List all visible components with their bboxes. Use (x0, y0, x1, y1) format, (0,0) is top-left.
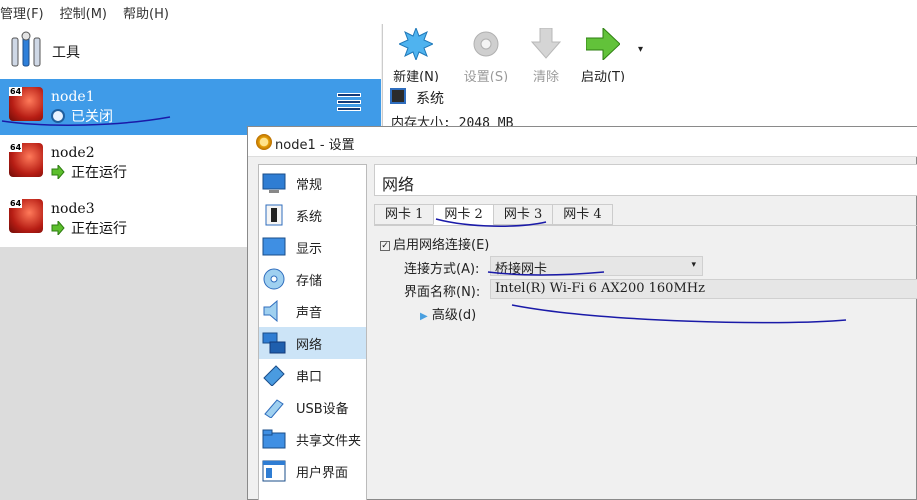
attach-type-select[interactable]: 桥接网卡 ▾ (490, 256, 703, 277)
adapter-tab-body: ✓ 启用网络连接(E) 连接方式(A): 桥接网卡 ▾ 界面名称(N): Inte… (374, 225, 917, 500)
settings-dialog: node1 - 设置 常规 系统 显示 存储 声音 网络 串口 USB设备 共享… (247, 126, 917, 500)
vm-state-text: 正在运行 (71, 221, 127, 237)
tab-adapter-2[interactable]: 网卡 2 (433, 204, 494, 225)
menu-file[interactable]: 管理(F) (0, 3, 50, 22)
expand-triangle-icon: ▶ (420, 311, 428, 322)
category-serial[interactable]: 串口 (259, 359, 366, 391)
attach-label: 连接方式(A): (404, 262, 480, 277)
tools-item[interactable]: 工具 (0, 24, 381, 79)
category-label: 常规 (296, 177, 323, 193)
linux-os-icon: 64 (9, 199, 43, 233)
start-dropdown-icon[interactable]: ▾ (638, 44, 643, 55)
vm-state-text: 已关闭 (71, 109, 113, 125)
arch-badge: 64 (9, 87, 23, 96)
dialog-title-bar: node1 - 设置 (248, 127, 917, 157)
interface-name-select[interactable]: Intel(R) Wi-Fi 6 AX200 160MHz (490, 279, 917, 299)
attach-type-value: 桥接网卡 (495, 262, 548, 277)
advanced-label: 高级(d) (431, 308, 477, 323)
tab-adapter-4[interactable]: 网卡 4 (552, 204, 613, 225)
interface-label: 界面名称(N): (404, 285, 481, 300)
display-icon (262, 237, 286, 256)
menu-help[interactable]: 帮助(H) (123, 3, 175, 22)
settings-button[interactable]: 设置(S) (456, 26, 516, 85)
virtualbox-manager-window: 管理(F) 控制(M) 帮助(H) 工具 64 node1 已关闭 64 nod… (0, 0, 917, 500)
settings-gear-icon (256, 134, 272, 150)
tools-label: 工具 (52, 45, 80, 61)
network-settings-pane: 网络 网卡 1 网卡 2 网卡 3 网卡 4 ✓ 启用网络连接(E) 连接方式(A… (370, 164, 917, 500)
monitor-icon (262, 173, 286, 193)
category-display[interactable]: 显示 (259, 231, 366, 263)
category-system[interactable]: 系统 (259, 199, 366, 231)
usb-icon (264, 399, 284, 418)
gear-icon (473, 31, 499, 57)
tools-icon (11, 31, 41, 67)
category-audio[interactable]: 声音 (259, 295, 366, 327)
tab-adapter-3[interactable]: 网卡 3 (492, 204, 554, 225)
settings-category-list: 常规 系统 显示 存储 声音 网络 串口 USB设备 共享文件夹 用户界面 (258, 164, 367, 500)
discard-arrow-icon (530, 27, 562, 59)
vm-name: node1 (51, 89, 95, 105)
tab-adapter-1[interactable]: 网卡 1 (374, 204, 435, 225)
arch-badge: 64 (9, 143, 23, 152)
linux-os-icon: 64 (9, 143, 43, 177)
category-label: 串口 (296, 369, 323, 385)
advanced-toggle[interactable]: ▶ 高级(d) (420, 304, 476, 323)
adapter-tabs: 网卡 1 网卡 2 网卡 3 网卡 4 (374, 204, 613, 226)
vm-state-text: 正在运行 (71, 165, 127, 181)
pane-title: 网络 (382, 175, 415, 194)
vm-menu-icon[interactable] (337, 93, 361, 113)
category-label: 网络 (296, 337, 323, 353)
enable-network-label: 启用网络连接(E) (393, 238, 490, 253)
folder-icon (262, 429, 286, 449)
green-arrow-icon (51, 165, 65, 179)
start-arrow-icon (585, 26, 621, 62)
chip-icon (265, 204, 283, 226)
new-starburst-icon (397, 26, 435, 62)
category-shared-folders[interactable]: 共享文件夹 (259, 423, 366, 455)
category-label: USB设备 (296, 401, 349, 417)
pane-header: 网络 (374, 164, 917, 196)
vm-name: node2 (51, 145, 95, 161)
category-label: 存储 (296, 273, 323, 289)
dialog-title: node1 - 设置 (275, 138, 355, 153)
vm-name: node3 (51, 201, 95, 217)
menu-bar: 管理(F) 控制(M) 帮助(H) (0, 0, 917, 24)
network-icon (262, 332, 286, 354)
discard-button[interactable]: 清除 (516, 26, 576, 85)
start-button[interactable]: 启动(T) (573, 26, 633, 85)
details-section-title[interactable]: 系统 (416, 88, 444, 108)
chevron-down-icon: ▾ (691, 260, 696, 270)
speaker-icon (263, 300, 278, 322)
category-label: 共享文件夹 (296, 433, 362, 449)
vm-state: 已关闭 (51, 106, 113, 126)
storage-disc-icon (263, 268, 285, 290)
vm-state: 正在运行 (51, 218, 127, 238)
main-toolbar: 新建(N) 设置(S) 清除 启动(T) ▾ (382, 24, 917, 85)
menu-machine[interactable]: 控制(M) (60, 3, 113, 22)
vm-state: 正在运行 (51, 162, 127, 182)
category-label: 用户界面 (296, 465, 349, 481)
category-usb[interactable]: USB设备 (259, 391, 366, 423)
system-chip-icon (390, 88, 406, 104)
enable-network-checkbox[interactable]: ✓ (380, 240, 390, 251)
category-general[interactable]: 常规 (259, 167, 366, 199)
enable-network-row[interactable]: ✓ 启用网络连接(E) (380, 234, 489, 253)
category-user-interface[interactable]: 用户界面 (259, 455, 366, 487)
category-storage[interactable]: 存储 (259, 263, 366, 295)
serial-port-icon (263, 365, 285, 386)
category-network[interactable]: 网络 (259, 327, 366, 359)
linux-os-icon: 64 (9, 87, 43, 121)
details-pane: 系统 内存大小: 2048 MB (382, 82, 917, 131)
category-label: 声音 (296, 305, 323, 321)
interface-name-value: Intel(R) Wi-Fi 6 AX200 160MHz (495, 281, 705, 296)
user-interface-icon (262, 460, 286, 482)
category-label: 显示 (296, 241, 323, 257)
power-icon (51, 109, 65, 123)
category-label: 系统 (296, 209, 323, 225)
green-arrow-icon (51, 221, 65, 235)
new-button[interactable]: 新建(N) (386, 26, 446, 85)
arch-badge: 64 (9, 199, 23, 208)
